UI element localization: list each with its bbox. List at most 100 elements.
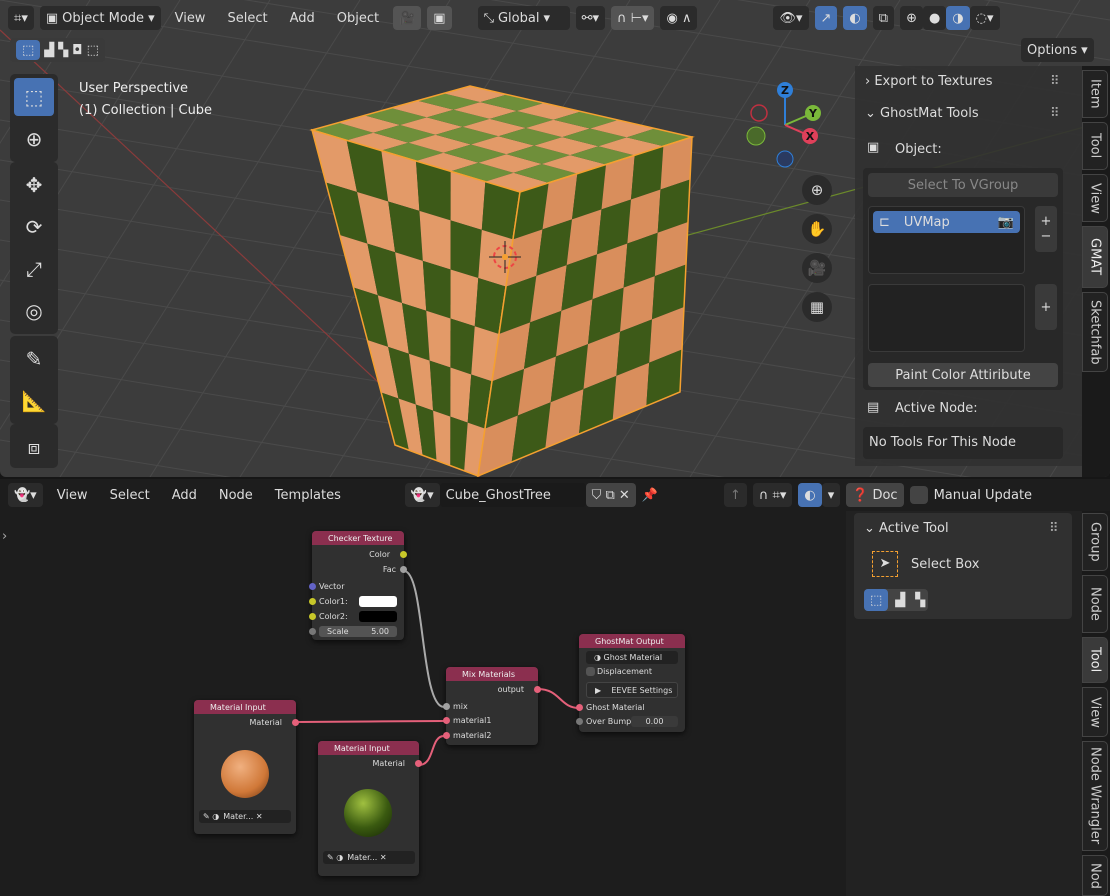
node-editor[interactable]: 👻▾ View Select Add Node Templates 👻▾ Cub… bbox=[0, 479, 1110, 896]
select-intersect-icon[interactable]: ⬚ bbox=[87, 43, 99, 58]
navigation-gizmo[interactable]: Z Y X bbox=[740, 75, 830, 175]
scale-tool[interactable]: ⤢ bbox=[14, 250, 54, 288]
drag-handle-icon[interactable]: ⠿ bbox=[1050, 106, 1060, 121]
overlay-toggle[interactable]: ◐ bbox=[843, 6, 867, 30]
pivot-icon[interactable]: ▣ bbox=[427, 6, 452, 30]
pivot-point-dropdown[interactable]: ⚯▾ bbox=[575, 6, 605, 30]
color1-swatch[interactable] bbox=[359, 596, 397, 607]
proportional-edit[interactable]: ◉ ∧ bbox=[660, 6, 698, 30]
move-tool[interactable]: ✥ bbox=[14, 166, 54, 204]
socket-material1[interactable] bbox=[443, 717, 450, 724]
options-dropdown[interactable]: Options ▾ bbox=[1021, 38, 1094, 62]
menu-add[interactable]: Add bbox=[282, 11, 323, 26]
select-mode-buttons[interactable]: ⬚ ▟ ▚ ◘ ⬚ bbox=[10, 38, 105, 62]
menu-view[interactable]: View bbox=[167, 11, 214, 26]
socket-fac[interactable] bbox=[400, 566, 407, 573]
manual-update-checkbox[interactable] bbox=[909, 486, 928, 504]
material-selector[interactable]: ✎ ◑ Mater... ✕ bbox=[323, 851, 415, 864]
tab-node[interactable]: Node bbox=[1082, 575, 1108, 633]
tab-item[interactable]: Item bbox=[1082, 70, 1108, 118]
orientation-dropdown[interactable]: ⤡ Global ▾ bbox=[477, 6, 570, 30]
socket-color2[interactable] bbox=[309, 613, 316, 620]
select-subtract-icon[interactable]: ▚ bbox=[912, 593, 928, 608]
node-material-input-2[interactable]: Material Input Material ✎ ◑ Mater... ✕ bbox=[318, 741, 422, 876]
camera-render-icon[interactable]: 📷 bbox=[998, 215, 1014, 230]
tab-tool[interactable]: Tool bbox=[1082, 122, 1108, 170]
socket-material[interactable] bbox=[415, 760, 422, 767]
node-header[interactable]: Mix Materials bbox=[446, 667, 538, 681]
material-selector[interactable]: ✎ ◑ Mater... ✕ bbox=[199, 810, 291, 823]
select-extend-icon[interactable]: ▟ bbox=[44, 43, 54, 58]
over-bump-field[interactable]: 0.00 bbox=[631, 716, 678, 727]
xray-toggle[interactable]: ⧉ bbox=[872, 6, 895, 30]
uvmap-list[interactable]: ⊏ UVMap 📷 bbox=[868, 206, 1025, 274]
displacement-checkbox[interactable] bbox=[586, 667, 595, 676]
tab-tool[interactable]: Tool bbox=[1082, 637, 1108, 683]
tab-gmat[interactable]: GMAT bbox=[1082, 226, 1108, 288]
pan-hand-icon[interactable]: ✋ bbox=[802, 214, 832, 244]
uvmap-item[interactable]: ⊏ UVMap 📷 bbox=[873, 211, 1020, 233]
socket-color[interactable] bbox=[400, 551, 407, 558]
socket-material2[interactable] bbox=[443, 732, 450, 739]
transform-tool[interactable]: ◎ bbox=[14, 292, 54, 330]
add-remove-uvmap[interactable]: + − bbox=[1035, 206, 1057, 252]
node-header[interactable]: Checker Texture bbox=[312, 531, 404, 545]
export-panel-header[interactable]: › Export to Textures bbox=[865, 74, 993, 89]
shading-rendered[interactable]: ◌▾ bbox=[969, 6, 1000, 30]
node-mix-materials[interactable]: Mix Materials output mix material1 mater… bbox=[443, 667, 541, 745]
select-subtract-icon[interactable]: ▚ bbox=[58, 43, 68, 58]
select-new-icon[interactable]: ⬚ bbox=[16, 40, 41, 60]
node-header[interactable]: GhostMat Output bbox=[579, 634, 685, 648]
select-new-icon[interactable]: ⬚ bbox=[864, 589, 889, 611]
snap-toggle[interactable]: ∩ ⊢▾ bbox=[610, 6, 655, 30]
shading-material[interactable]: ◑ bbox=[946, 6, 970, 30]
ghost-material-field[interactable]: ◑ Ghost Material bbox=[586, 651, 678, 664]
shading-solid[interactable]: ● bbox=[922, 6, 947, 30]
camera-icon[interactable]: 🎥 bbox=[393, 6, 422, 30]
active-tool-panel-header[interactable]: ⌄ Active Tool bbox=[864, 521, 949, 536]
select-extend-icon[interactable]: ▟ bbox=[892, 593, 908, 608]
node-material-input-1[interactable]: Material Input Material ✎ ◑ Mater... ✕ bbox=[194, 700, 299, 834]
drag-handle-icon[interactable]: ⠿ bbox=[1049, 521, 1059, 536]
select-mode-buttons[interactable]: ⬚ ▟ ▚ bbox=[864, 589, 929, 611]
select-invert-icon[interactable]: ◘ bbox=[72, 43, 82, 58]
socket-mix[interactable] bbox=[443, 703, 450, 710]
attribute-list[interactable] bbox=[868, 284, 1025, 352]
socket-ghost-material[interactable] bbox=[576, 704, 583, 711]
editor-type-button[interactable]: ⌗▾ bbox=[8, 6, 34, 30]
gizmo-toggle[interactable]: ↗ bbox=[814, 6, 838, 30]
menu-object[interactable]: Object bbox=[329, 11, 387, 26]
paint-color-attribute-button[interactable]: Paint Color Attiribute bbox=[868, 363, 1058, 387]
socket-vector[interactable] bbox=[309, 583, 316, 590]
visibility-dropdown[interactable]: 👁▾ bbox=[773, 6, 809, 30]
node-checker-texture[interactable]: Checker Texture Color Fac Vector Color1:… bbox=[309, 531, 407, 640]
node-header[interactable]: Material Input bbox=[194, 700, 296, 714]
eevee-settings-button[interactable]: ▶ EEVEE Settings bbox=[586, 682, 678, 698]
rotate-tool[interactable]: ⟳ bbox=[14, 208, 54, 246]
socket-color1[interactable] bbox=[309, 598, 316, 605]
doc-button[interactable]: ❓ Doc bbox=[846, 483, 904, 507]
socket-material[interactable] bbox=[292, 719, 299, 726]
scale-field[interactable]: Scale 5.00 bbox=[319, 626, 397, 637]
drag-handle-icon[interactable]: ⠿ bbox=[1050, 74, 1060, 89]
zoom-icon[interactable]: ⊕ bbox=[802, 175, 832, 205]
add-cube-tool[interactable]: ⧈ bbox=[14, 428, 54, 466]
socket-scale[interactable] bbox=[309, 628, 316, 635]
color2-swatch[interactable] bbox=[359, 611, 397, 622]
annotate-tool[interactable]: ✎ bbox=[14, 340, 54, 378]
select-to-vgroup-button[interactable]: Select To VGroup bbox=[868, 173, 1058, 197]
measure-tool[interactable]: 📐 bbox=[14, 382, 54, 420]
add-remove-attribute[interactable]: + bbox=[1035, 284, 1057, 330]
3d-viewport[interactable]: ⌗▾ ▣ Object Mode ▾ View Select Add Object … bbox=[0, 0, 1110, 477]
tab-view[interactable]: View bbox=[1082, 687, 1108, 737]
shading-wireframe[interactable]: ⊕ bbox=[900, 6, 923, 30]
tab-nod[interactable]: Nod bbox=[1082, 855, 1108, 896]
cursor-tool[interactable]: ⊕ bbox=[14, 120, 54, 158]
tab-view[interactable]: View bbox=[1082, 174, 1108, 222]
ortho-grid-icon[interactable]: ▦ bbox=[802, 292, 832, 322]
node-header[interactable]: Material Input bbox=[318, 741, 419, 755]
socket-output[interactable] bbox=[534, 686, 541, 693]
menu-select[interactable]: Select bbox=[219, 11, 275, 26]
node-ghostmat-output[interactable]: GhostMat Output ◑ Ghost Material Displac… bbox=[576, 634, 685, 732]
select-box-tool[interactable]: ⬚ bbox=[14, 78, 54, 116]
